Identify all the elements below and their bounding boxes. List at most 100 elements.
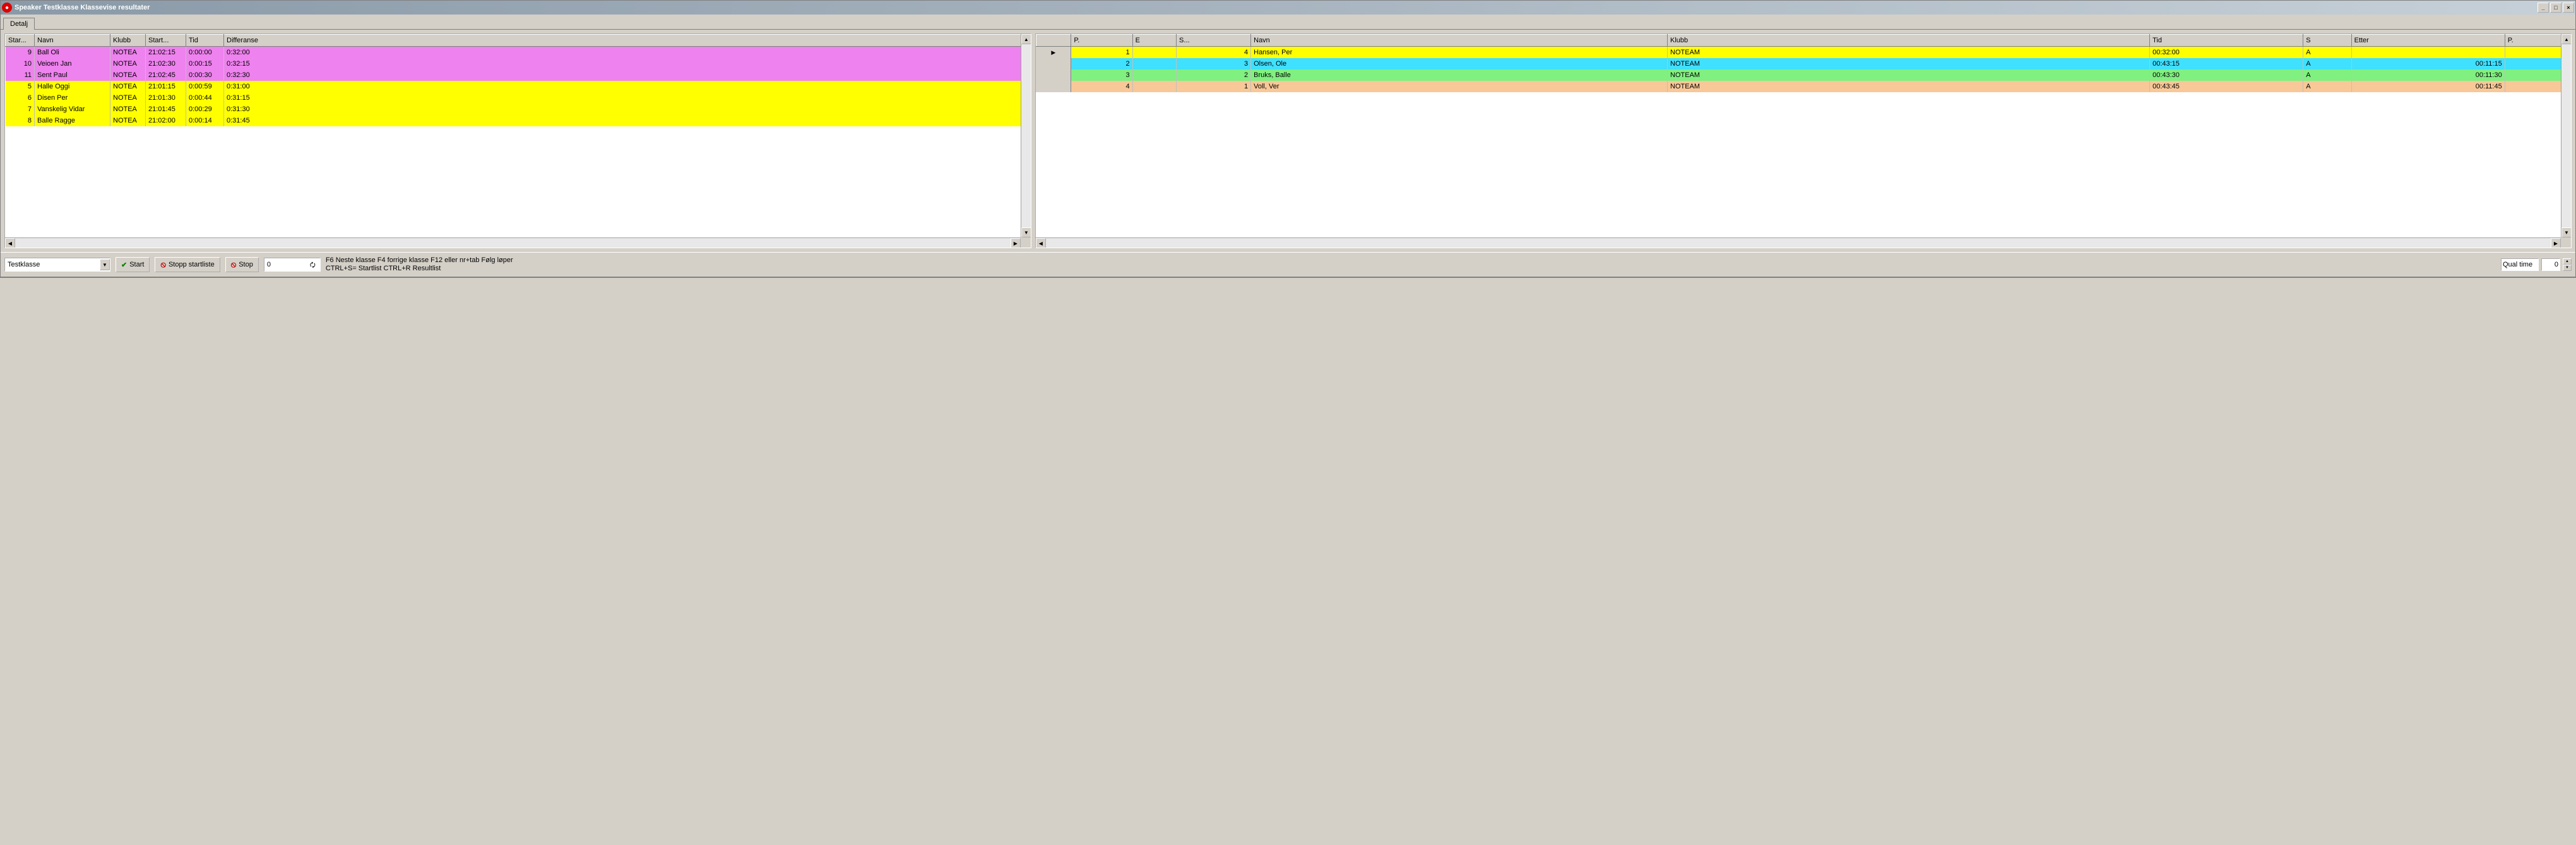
no-entry-icon: ⦸	[231, 260, 236, 270]
cell: NOTEA	[110, 47, 146, 59]
right-col-header[interactable]: P.	[1071, 35, 1132, 47]
scroll-up-icon[interactable]: ▲	[2561, 34, 2571, 44]
table-row[interactable]: 11Sent PaulNOTEA21:02:450:00:300:32:30	[6, 69, 1031, 81]
cell: 2	[1177, 69, 1251, 81]
left-horizontal-scrollbar[interactable]: ◀ ▶	[5, 237, 1021, 248]
right-col-header[interactable]: E	[1132, 35, 1176, 47]
table-row[interactable]: ▶14Hansen, PerNOTEAM00:32:00A	[1036, 47, 2570, 59]
right-col-header[interactable]: S...	[1177, 35, 1251, 47]
stop-startliste-button[interactable]: ⦸ Stopp startliste	[155, 257, 220, 272]
keyboard-hint: F6 Neste klasse F4 forrige klasse F12 el…	[326, 256, 513, 273]
check-icon: ✔	[121, 261, 127, 269]
left-col-header[interactable]: Star...	[6, 35, 35, 47]
spin-up-icon[interactable]: ▲	[2563, 258, 2572, 265]
cell	[1036, 69, 1071, 81]
cell: Vanskelig Vidar	[35, 104, 110, 115]
cell: 0:31:15	[224, 92, 1031, 104]
table-row[interactable]: 7Vanskelig VidarNOTEA21:01:450:00:290:31…	[6, 104, 1031, 115]
left-col-header[interactable]: Navn	[35, 35, 110, 47]
spin-down-icon[interactable]: ▼	[2563, 265, 2572, 271]
cell: 0:31:30	[224, 104, 1031, 115]
table-row[interactable]: 9Ball OliNOTEA21:02:150:00:000:32:00	[6, 47, 1031, 59]
stop-button-label: Stop	[239, 261, 253, 268]
right-col-header[interactable]: Etter	[2351, 35, 2505, 47]
table-row[interactable]: 32Bruks, BalleNOTEAM00:43:30A00:11:30	[1036, 69, 2570, 81]
table-row[interactable]: 41Voll, VerNOTEAM00:43:45A00:11:45	[1036, 81, 2570, 92]
cell: NOTEAM	[1668, 47, 2150, 59]
tab-detalj[interactable]: Detalj	[3, 18, 35, 30]
cell: 0:00:59	[186, 81, 224, 92]
cell: A	[2303, 81, 2351, 92]
right-col-header[interactable]: S	[2303, 35, 2351, 47]
right-col-header[interactable]: Tid	[2150, 35, 2303, 47]
cell: A	[2303, 69, 2351, 81]
scroll-down-icon[interactable]: ▼	[1021, 227, 1031, 237]
hint-line-2: CTRL+S= Startlist CTRL+R Resultlist	[326, 265, 513, 273]
window-title: Speaker Testklasse Klassevise resultater	[15, 4, 2537, 11]
cell: Voll, Ver	[1251, 81, 1668, 92]
right-horizontal-scrollbar[interactable]: ◀ ▶	[1036, 237, 2561, 248]
cell: A	[2303, 58, 2351, 69]
cell: 0:32:30	[224, 69, 1031, 81]
cell: 21:02:45	[146, 69, 186, 81]
cell: 21:01:15	[146, 81, 186, 92]
cell	[1132, 47, 1176, 59]
minimize-button[interactable]: _	[2537, 3, 2549, 13]
qual-time-value[interactable]	[2541, 258, 2560, 271]
left-col-header[interactable]: Tid	[186, 35, 224, 47]
cell: 21:01:45	[146, 104, 186, 115]
stop-button[interactable]: ⦸ Stop	[225, 257, 259, 272]
table-row[interactable]: 8Balle RaggeNOTEA21:02:000:00:140:31:45	[6, 115, 1031, 126]
scroll-down-icon[interactable]: ▼	[2561, 227, 2571, 237]
cell: 0:00:30	[186, 69, 224, 81]
qual-time-label-box[interactable]	[2501, 258, 2539, 271]
scroll-right-icon[interactable]: ▶	[1011, 238, 1021, 248]
cell: ▶	[1036, 47, 1071, 59]
right-col-header[interactable]: Navn	[1251, 35, 1668, 47]
cell: 6	[6, 92, 35, 104]
cell: 0:32:15	[224, 58, 1031, 69]
tabbar: Detalj	[1, 15, 2575, 30]
right-col-header[interactable]: Klubb	[1668, 35, 2150, 47]
left-grid[interactable]: Star...NavnKlubbStart...TidDifferanse 9B…	[5, 34, 1031, 248]
left-col-header[interactable]: Differanse	[224, 35, 1031, 47]
right-vertical-scrollbar[interactable]: ▲ ▼	[2561, 34, 2571, 237]
cell: 4	[1177, 47, 1251, 59]
cell: Halle Oggi	[35, 81, 110, 92]
cell: A	[2303, 47, 2351, 59]
dropdown-icon[interactable]: ▼	[100, 259, 110, 270]
refresh-icon[interactable]: 🗘	[310, 261, 319, 270]
scroll-up-icon[interactable]: ▲	[1021, 34, 1031, 44]
close-button[interactable]: ×	[2563, 3, 2574, 13]
cell: Disen Per	[35, 92, 110, 104]
start-button[interactable]: ✔ Start	[116, 257, 150, 272]
left-col-header[interactable]: Start...	[146, 35, 186, 47]
scroll-left-icon[interactable]: ◀	[5, 238, 15, 248]
cell: 0:32:00	[224, 47, 1031, 59]
cell	[2351, 47, 2505, 59]
table-row[interactable]: 10Veioen JanNOTEA21:02:300:00:150:32:15	[6, 58, 1031, 69]
cell: Olsen, Ole	[1251, 58, 1668, 69]
window: ● Speaker Testklasse Klassevise resultat…	[0, 0, 2576, 278]
scroll-left-icon[interactable]: ◀	[1036, 238, 1046, 248]
table-row[interactable]: 23Olsen, OleNOTEAM00:43:15A00:11:15	[1036, 58, 2570, 69]
qual-time-group: ▲ ▼	[2501, 258, 2572, 271]
number-input[interactable]: 0 🗘	[264, 258, 321, 272]
class-combo[interactable]: Testklasse ▼	[4, 258, 110, 272]
right-col-header[interactable]	[1036, 35, 1071, 47]
maximize-button[interactable]: □	[2550, 3, 2561, 13]
table-row[interactable]: 6Disen PerNOTEA21:01:300:00:440:31:15	[6, 92, 1031, 104]
left-vertical-scrollbar[interactable]: ▲ ▼	[1021, 34, 1031, 237]
cell: 0:00:14	[186, 115, 224, 126]
left-col-header[interactable]: Klubb	[110, 35, 146, 47]
cell: 2	[1071, 58, 1132, 69]
stop-startliste-label: Stopp startliste	[169, 261, 215, 268]
cell: 3	[1071, 69, 1132, 81]
cell: NOTEA	[110, 115, 146, 126]
qual-time-spinner[interactable]: ▲ ▼	[2563, 258, 2572, 271]
right-grid[interactable]: P.ES...NavnKlubbTidSEtterP. ▶14Hansen, P…	[1036, 34, 2571, 248]
table-row[interactable]: 5Halle OggiNOTEA21:01:150:00:590:31:00	[6, 81, 1031, 92]
cell: 21:02:30	[146, 58, 186, 69]
scroll-right-icon[interactable]: ▶	[2551, 238, 2561, 248]
cell: 00:11:30	[2351, 69, 2505, 81]
